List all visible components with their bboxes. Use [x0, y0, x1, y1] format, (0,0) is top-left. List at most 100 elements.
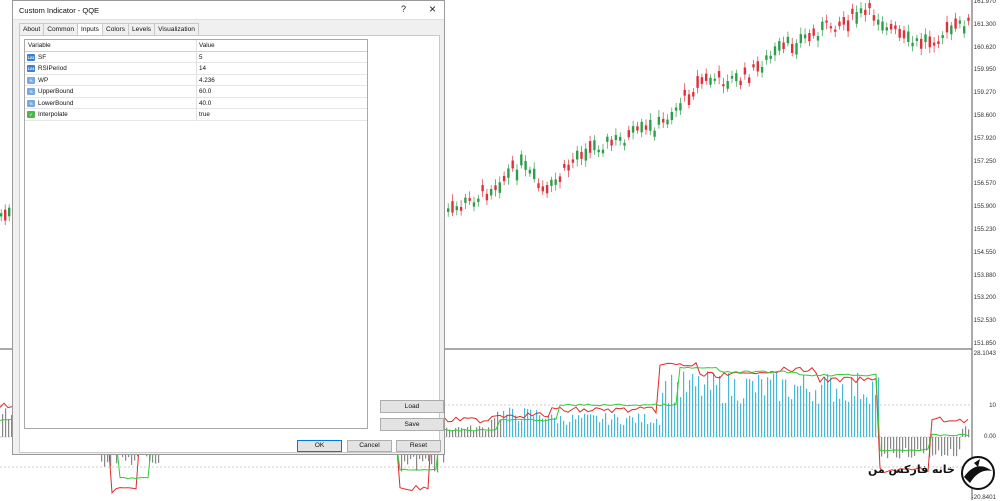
tab-colors[interactable]: Colors — [101, 23, 130, 35]
price-axis-label: 161.300 — [973, 20, 996, 28]
histogram-bar — [734, 379, 736, 437]
fraction-icon: ½ — [27, 88, 35, 95]
table-row[interactable]: ½ WP 4.236 — [25, 74, 367, 86]
histogram-bar — [743, 398, 745, 437]
histogram-bar — [842, 384, 844, 437]
candle — [623, 142, 626, 146]
row-value[interactable]: 4.236 — [199, 77, 215, 84]
tab-about[interactable]: About — [19, 23, 45, 35]
candle — [657, 116, 661, 125]
histogram-bar — [947, 437, 949, 456]
price-axis-label: 159.270 — [973, 89, 996, 97]
ok-button[interactable]: OK — [297, 440, 342, 452]
column-separator — [196, 63, 197, 75]
histogram-bar — [521, 420, 523, 437]
candle — [481, 185, 484, 192]
price-axis-label: 160.620 — [973, 43, 996, 51]
price-axis-label: 155.230 — [973, 226, 996, 233]
candle — [786, 36, 790, 44]
histogram-bar — [893, 437, 895, 454]
reset-button[interactable]: Reset — [396, 440, 441, 452]
histogram-bar — [674, 402, 676, 437]
save-button[interactable]: Save — [380, 418, 444, 431]
column-separator[interactable] — [196, 40, 197, 52]
histogram-bar — [659, 424, 661, 437]
histogram-bar — [701, 395, 703, 437]
histogram-bar — [845, 400, 847, 437]
candle — [773, 46, 777, 56]
dialog-titlebar[interactable]: Custom Indicator - QQE ? × — [13, 1, 444, 20]
histogram-bar — [518, 420, 520, 437]
cancel-button[interactable]: Cancel — [347, 440, 392, 452]
histogram-bar — [635, 422, 637, 437]
header-variable[interactable]: Variable — [28, 42, 51, 49]
candle — [851, 8, 854, 14]
tab-visualization[interactable]: Visualization — [154, 23, 199, 35]
help-button[interactable]: ? — [401, 4, 406, 14]
candle — [954, 18, 957, 29]
histogram-bar — [8, 418, 10, 437]
inputs-grid: Variable Value 123 SF 5 123 RSIPeriod 14… — [24, 39, 368, 429]
histogram-bar — [863, 394, 865, 437]
candle — [666, 119, 669, 125]
histogram-bar — [923, 437, 925, 454]
histogram-bar — [962, 428, 964, 437]
table-row[interactable]: 123 RSIPeriod 14 — [25, 63, 367, 75]
candle — [619, 136, 622, 141]
header-value[interactable]: Value — [199, 42, 215, 49]
candle — [937, 41, 940, 44]
price-axis-label: 153.200 — [973, 294, 996, 302]
histogram-bar — [764, 395, 766, 437]
candle — [928, 36, 931, 48]
histogram-bar — [713, 372, 715, 437]
table-row[interactable]: ½ LowerBound 40.0 — [25, 97, 367, 109]
candle — [576, 150, 579, 160]
histogram-bar — [2, 414, 4, 437]
candle — [515, 169, 519, 181]
tab-common[interactable]: Common — [43, 23, 78, 35]
candle — [713, 78, 716, 81]
table-row[interactable]: ½ UpperBound 60.0 — [25, 86, 367, 98]
histogram-bar — [656, 418, 658, 437]
candle — [511, 160, 514, 169]
row-value[interactable]: 40.0 — [199, 100, 211, 107]
candle — [644, 125, 648, 130]
table-row[interactable]: 123 SF 5 — [25, 51, 367, 63]
histogram-bar — [650, 422, 652, 437]
candle — [464, 197, 467, 203]
candle — [769, 55, 772, 59]
histogram-bar — [467, 427, 469, 437]
candle — [606, 136, 609, 142]
row-value[interactable]: 5 — [199, 54, 203, 61]
histogram-bar — [557, 423, 559, 437]
histogram-bar — [692, 374, 694, 437]
histogram-bar — [809, 391, 811, 437]
candle — [696, 76, 699, 88]
row-value[interactable]: true — [199, 111, 210, 118]
candle — [726, 81, 729, 89]
histogram-bar — [482, 427, 484, 437]
histogram-bar — [479, 426, 481, 437]
histogram-bar — [647, 424, 649, 437]
candle — [472, 202, 476, 207]
histogram-bar — [818, 403, 820, 437]
candle — [717, 71, 721, 78]
table-row[interactable]: ✓ Interpolate true — [25, 109, 367, 121]
histogram-bar — [833, 401, 835, 437]
load-button[interactable]: Load — [380, 400, 444, 413]
row-value[interactable]: 14 — [199, 65, 206, 72]
candle — [730, 76, 734, 79]
histogram-bar — [617, 417, 619, 437]
price-axis-label: 158.600 — [973, 112, 996, 119]
candle — [468, 198, 471, 201]
histogram-bar — [719, 375, 721, 437]
candle — [459, 207, 463, 211]
tab-levels[interactable]: Levels — [128, 23, 156, 35]
histogram-bar — [683, 371, 685, 437]
row-value[interactable]: 60.0 — [199, 88, 211, 95]
candle — [537, 183, 540, 189]
candle — [877, 19, 880, 25]
candle — [799, 34, 802, 44]
histogram-bar — [608, 424, 610, 437]
close-button[interactable]: × — [429, 2, 436, 16]
